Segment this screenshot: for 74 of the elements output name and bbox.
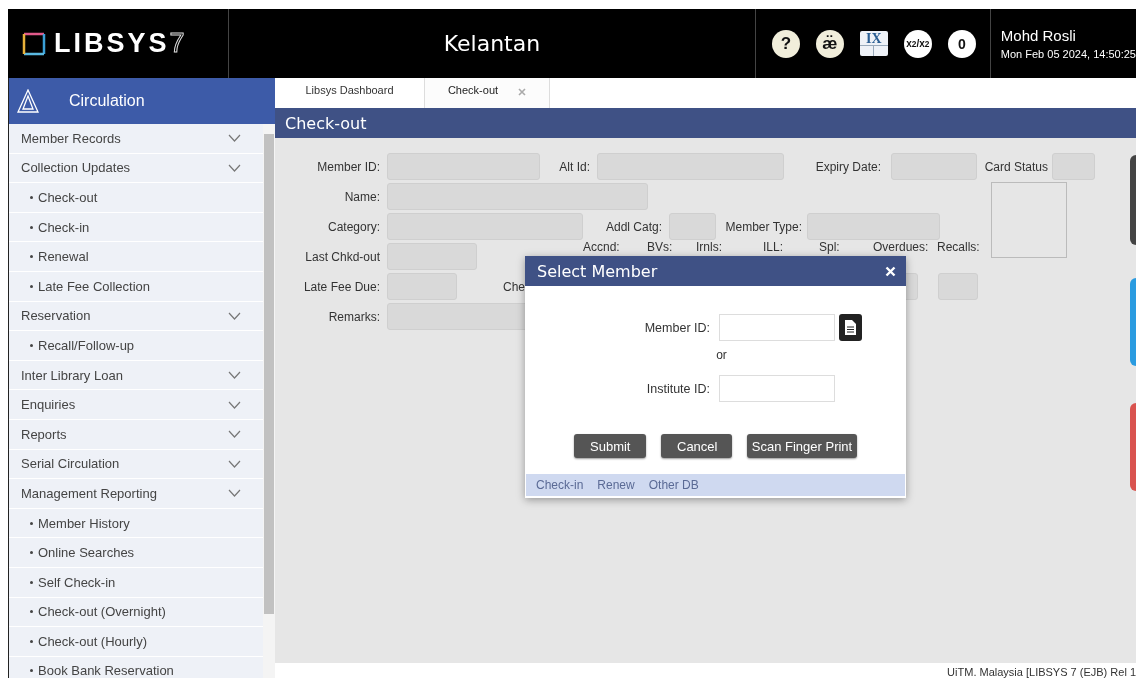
bullet-icon <box>30 284 33 288</box>
field-label: Spl: <box>819 240 841 254</box>
menu-group[interactable]: Management Reporting <box>9 479 263 509</box>
lookup-button[interactable] <box>839 314 862 341</box>
field-label: Che <box>503 279 525 294</box>
field-label: ILL: <box>763 240 784 254</box>
logo: LIBSYS7 <box>54 28 188 59</box>
document-icon <box>845 320 856 335</box>
field-label: Category: <box>326 219 380 234</box>
index-button[interactable]: IX <box>859 31 888 56</box>
field-label: Member ID: <box>316 159 380 174</box>
location-title: Kelantan <box>442 31 542 56</box>
dialog-link[interactable]: Check-in <box>536 478 584 492</box>
chevron-down-icon <box>228 163 241 172</box>
bullet-icon <box>30 580 33 584</box>
or-text: or <box>716 348 727 362</box>
notification-count[interactable]: 0 <box>947 29 976 58</box>
chevron-down-icon <box>228 400 241 409</box>
sidebar-title: Circulation <box>69 92 145 110</box>
field-label: Institute ID: <box>645 381 711 396</box>
date-time: Mon Feb 05 2024, 14:50:25 <box>1000 48 1136 60</box>
chevron-down-icon <box>228 489 241 498</box>
bullet-icon <box>30 639 33 643</box>
field-label: Irnls: <box>696 240 723 254</box>
special-characters-button[interactable]: æ̈ <box>815 29 844 58</box>
bullet-icon <box>30 196 33 199</box>
dialog-title: Select Member <box>537 261 658 281</box>
menu-group[interactable]: Member Records <box>9 124 263 154</box>
menu-group[interactable]: Reports <box>9 419 263 450</box>
bullet-icon <box>30 343 33 347</box>
menu-group[interactable]: Serial Circulation <box>9 449 263 480</box>
triangle-icon <box>17 89 39 113</box>
menu-group[interactable]: Inter Library Loan <box>9 360 263 391</box>
field-label: Name: <box>343 189 380 204</box>
field-label: Member ID: <box>643 320 711 335</box>
user-name: Mohd Rosli <box>1000 27 1077 44</box>
dialog-link[interactable]: Renew <box>597 478 635 492</box>
menu-group[interactable]: Collection Updates <box>9 153 263 184</box>
field-label: Alt Id: <box>558 159 590 174</box>
field-label: Expiry Date: <box>814 159 881 174</box>
field-label: Overdues: <box>873 240 930 254</box>
field-label: Remarks: <box>327 309 380 324</box>
bullet-icon <box>30 225 33 229</box>
panel-title: Check-out <box>275 108 1136 138</box>
menu-group[interactable]: Reservation <box>9 301 263 332</box>
field-label: Last Chkd-out <box>304 249 380 264</box>
logo-square-icon <box>22 31 46 56</box>
chevron-down-icon <box>228 311 241 320</box>
scrollbar[interactable] <box>263 124 275 678</box>
help-button[interactable]: ? <box>771 29 800 58</box>
bullet-icon <box>30 610 33 614</box>
field-label: Addl Catg: <box>604 219 662 234</box>
chevron-down-icon <box>228 430 241 439</box>
dialog-button[interactable]: Cancel <box>661 434 732 458</box>
chevron-down-icon <box>228 459 241 468</box>
field-label: Member Type: <box>724 219 802 234</box>
input-field[interactable] <box>719 314 835 341</box>
field-label: Card Status <box>983 159 1048 174</box>
chevron-down-icon <box>228 134 241 143</box>
bullet-icon <box>30 669 33 673</box>
bullet-icon <box>30 255 33 259</box>
field-label: BVs: <box>647 240 674 254</box>
menu-group[interactable]: Enquiries <box>9 390 263 420</box>
field-label: Recalls: <box>937 240 981 254</box>
bullet-icon <box>30 521 33 525</box>
dialog-link[interactable]: Other DB <box>648 478 699 492</box>
field-label: Late Fee Due: <box>302 279 380 294</box>
input-field[interactable] <box>719 375 835 402</box>
dialog-button[interactable]: Scan Finger Print <box>747 434 857 458</box>
chevron-down-icon <box>228 371 241 380</box>
status-text: UiTM. Malaysia [LIBSYS 7 (EJB) Rel 1 <box>947 665 1136 678</box>
dialog-button[interactable]: Submit <box>574 434 646 458</box>
field-label: Accnd: <box>583 240 621 254</box>
bullet-icon <box>30 551 33 555</box>
